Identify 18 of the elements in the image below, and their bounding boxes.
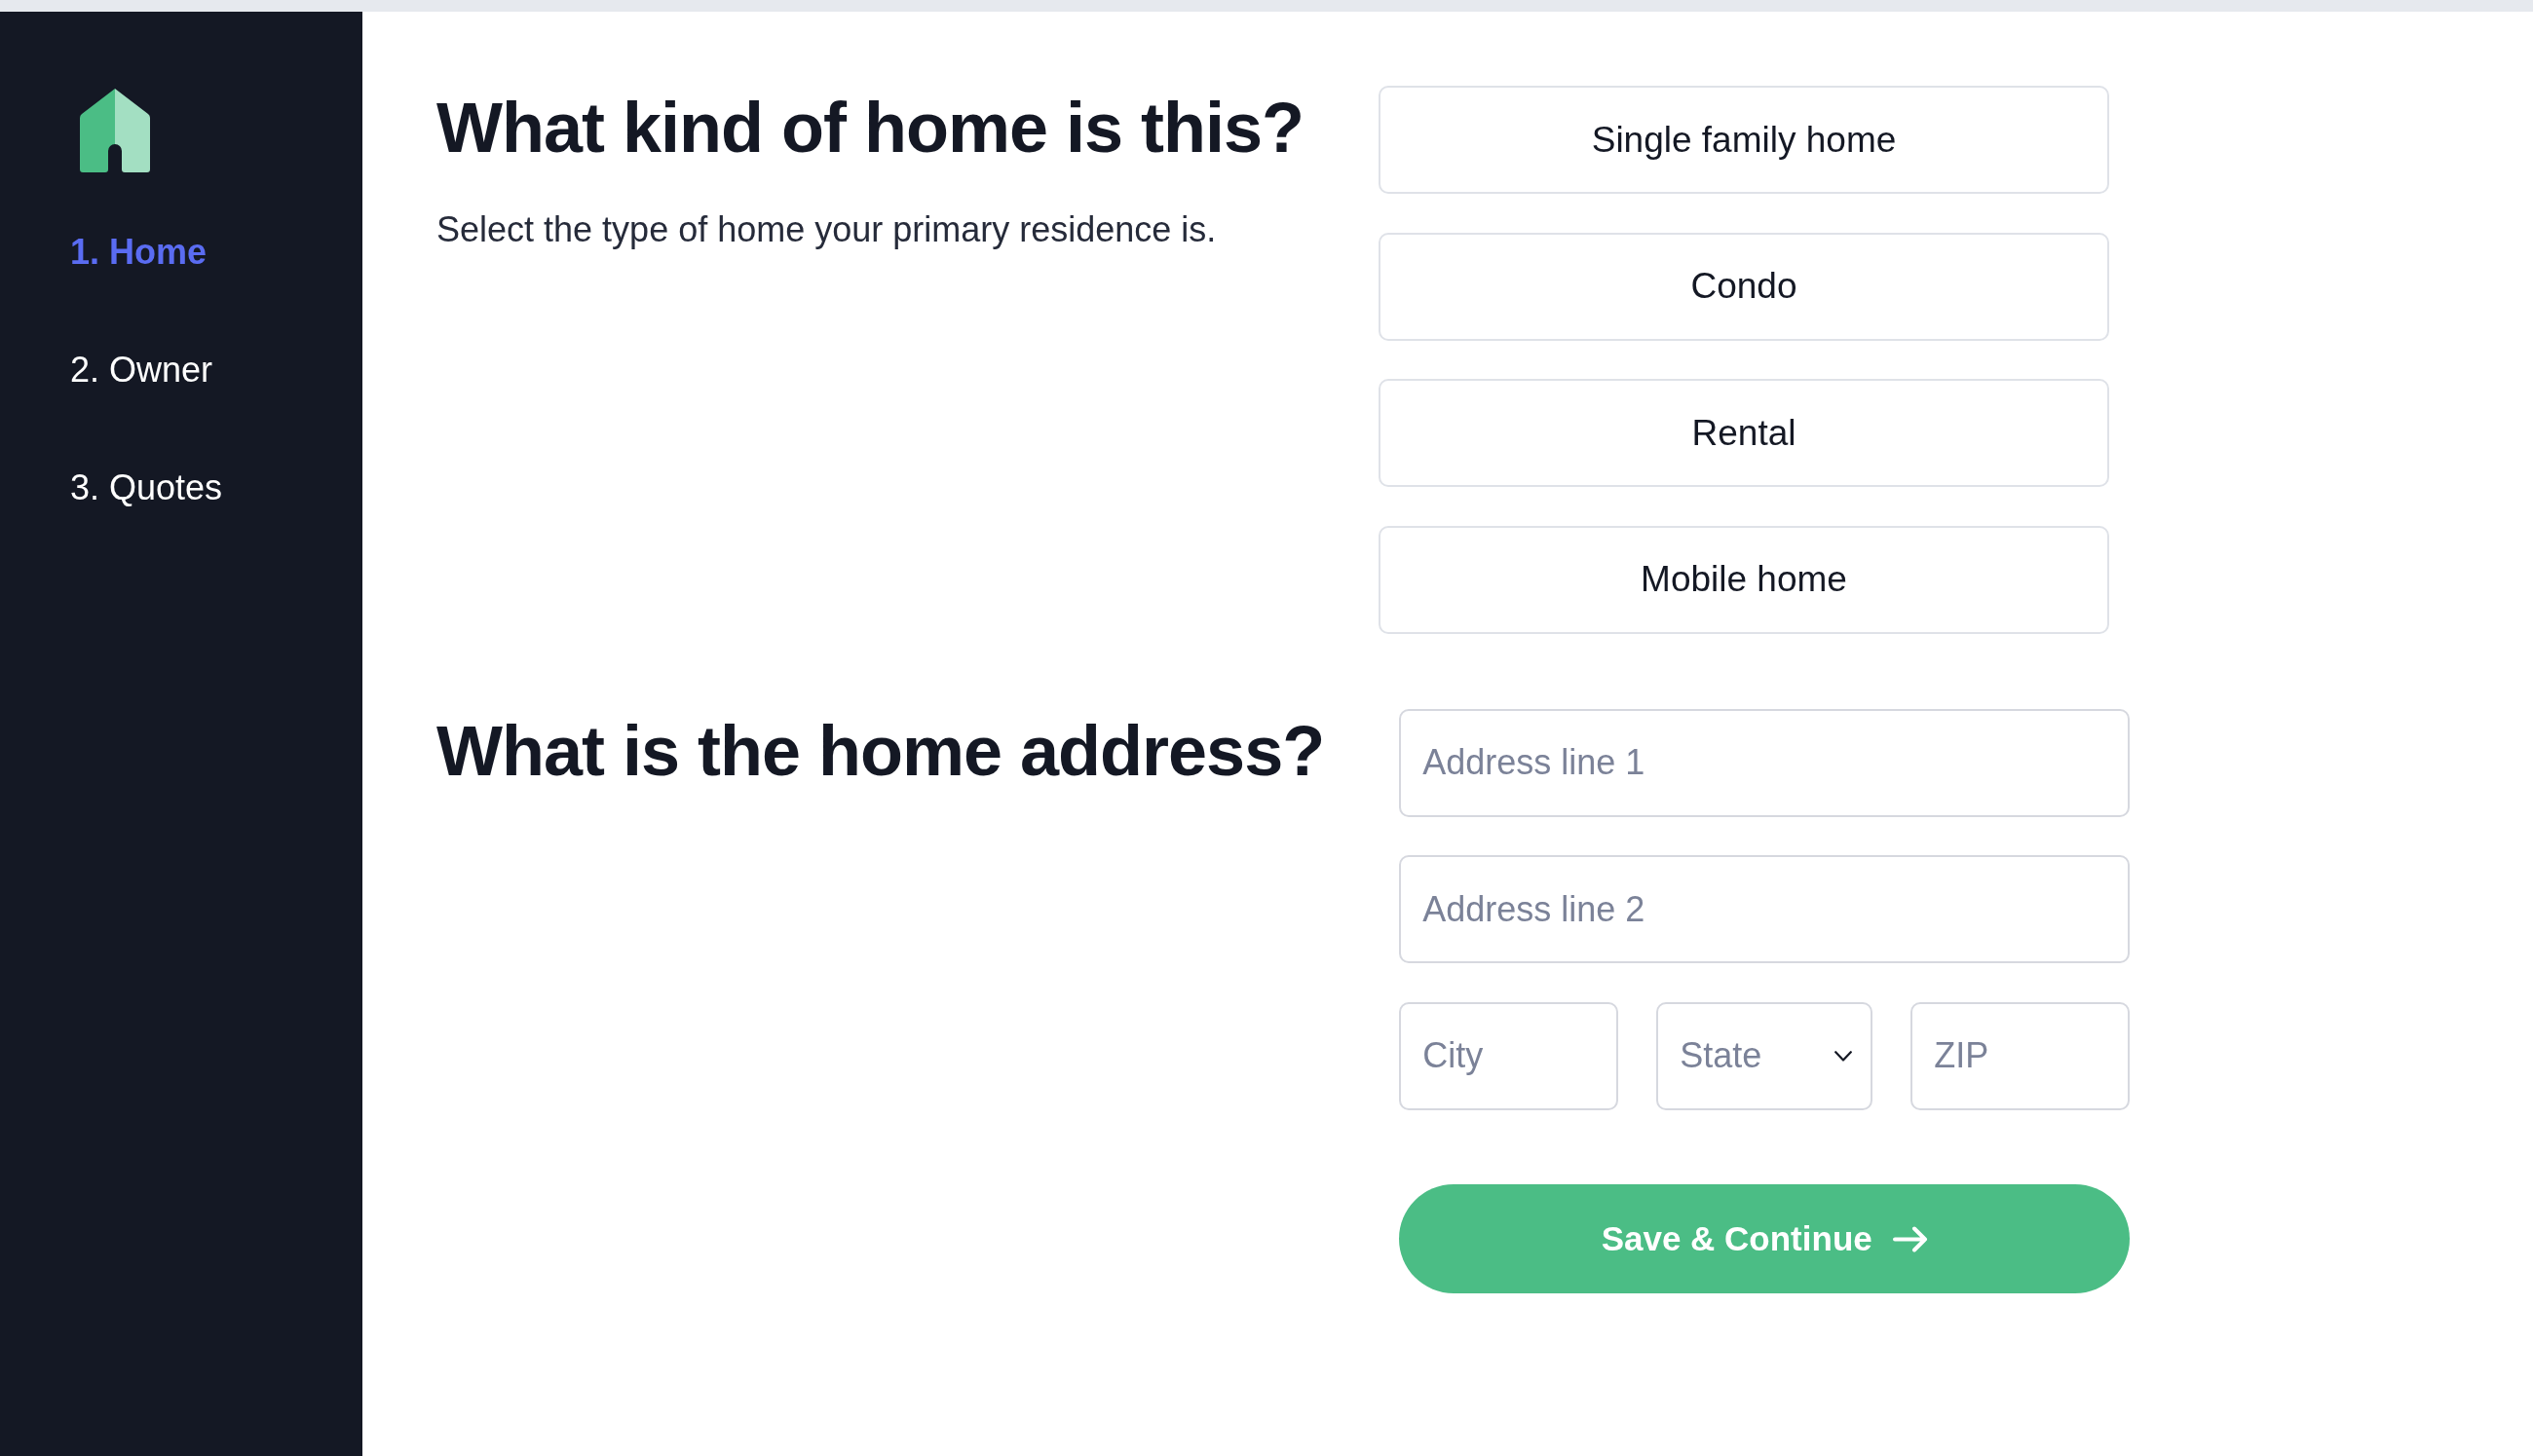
- dropdown-field[interactable]: State: [1656, 1001, 1873, 1110]
- input-field[interactable]: Address line 1: [1399, 708, 2131, 817]
- nav-link[interactable]: 3. Quotes: [70, 465, 223, 511]
- section-description: Select the type of home your primary residence is.: [436, 208, 1217, 251]
- section-heading: What kind of home is this?: [436, 88, 1304, 168]
- nav-link[interactable]: 1. Home: [70, 229, 208, 276]
- section-heading: What is the home address?: [436, 710, 1325, 792]
- nav-link[interactable]: 2. Owner: [70, 347, 213, 393]
- chevron-down-icon: [1834, 1050, 1853, 1062]
- option-button[interactable]: Condo: [1379, 232, 2109, 341]
- option-button[interactable]: Mobile home: [1379, 525, 2109, 634]
- option-button[interactable]: Rental: [1379, 379, 2109, 487]
- arrow-right-icon: [1892, 1225, 1928, 1252]
- input-field[interactable]: ZIP: [1910, 1001, 2131, 1110]
- input-field[interactable]: City: [1399, 1001, 1619, 1110]
- option-button[interactable]: Single family home: [1379, 86, 2109, 194]
- house-logo-icon: [80, 89, 150, 172]
- input-field[interactable]: Address line 2: [1399, 855, 2131, 963]
